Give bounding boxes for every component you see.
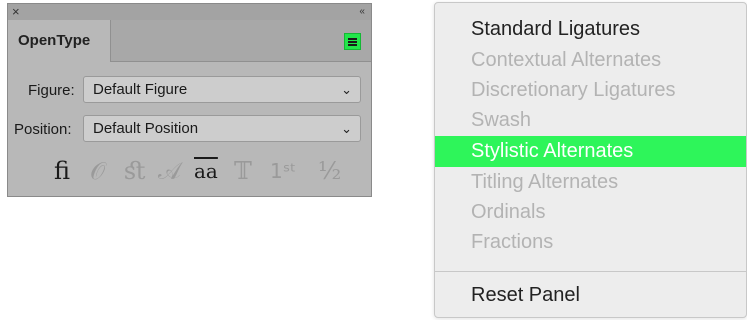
figure-dropdown[interactable]: Default Figure ⌄ [83,76,361,103]
titling-alternates-icon[interactable]: 𝕋 [234,154,252,188]
ordinals-icon[interactable]: 1ˢᵗ [270,154,296,188]
stylistic-alternates-icon[interactable]: 𝒜 [158,154,181,188]
swash-icon[interactable]: 𝒪 [90,154,105,188]
fractions-icon[interactable]: ½ [318,154,341,188]
position-dropdown[interactable]: Default Position ⌄ [83,115,361,142]
tab-opentype[interactable]: OpenType [8,20,111,62]
opentype-panel: × ‹‹ OpenType Figure: Default Figure ⌄ P… [7,3,372,197]
collapse-icon[interactable]: ‹‹ [359,4,365,20]
chevron-down-icon: ⌄ [341,82,352,97]
panel-titlebar: × ‹‹ [8,4,371,21]
menu-item-reset-panel[interactable]: Reset Panel [435,280,746,311]
menu-item-swash[interactable]: Swash [435,105,746,136]
opentype-glyph-buttons: ﬁ 𝒪 ﬆ 𝒜 aa 𝕋 1ˢᵗ ½ [54,154,354,188]
close-icon[interactable]: × [12,4,20,20]
standard-ligatures-icon[interactable]: ﬁ [54,154,70,188]
menu-item-stylistic-alternates[interactable]: Stylistic Alternates [435,136,746,167]
panel-flyout-menu: Standard Ligatures Contextual Alternates… [434,2,747,318]
menu-item-standard-ligatures[interactable]: Standard Ligatures [435,14,746,45]
panel-menu-icon[interactable] [344,33,361,50]
panel-tab-row: OpenType [8,20,371,62]
menu-separator [435,271,746,272]
position-value: Default Position [93,120,199,137]
chevron-down-icon: ⌄ [341,121,352,136]
figure-label: Figure: [28,82,75,99]
discretionary-ligatures-icon[interactable]: ﬆ [124,154,146,188]
menu-item-ordinals[interactable]: Ordinals [435,197,746,228]
menu-item-contextual-alternates[interactable]: Contextual Alternates [435,45,746,76]
position-label: Position: [14,121,72,138]
contextual-alternates-icon[interactable]: aa [194,154,218,188]
figure-value: Default Figure [93,81,188,98]
menu-item-titling-alternates[interactable]: Titling Alternates [435,167,746,198]
menu-item-discretionary-ligatures[interactable]: Discretionary Ligatures [435,75,746,106]
menu-item-fractions[interactable]: Fractions [435,227,746,258]
